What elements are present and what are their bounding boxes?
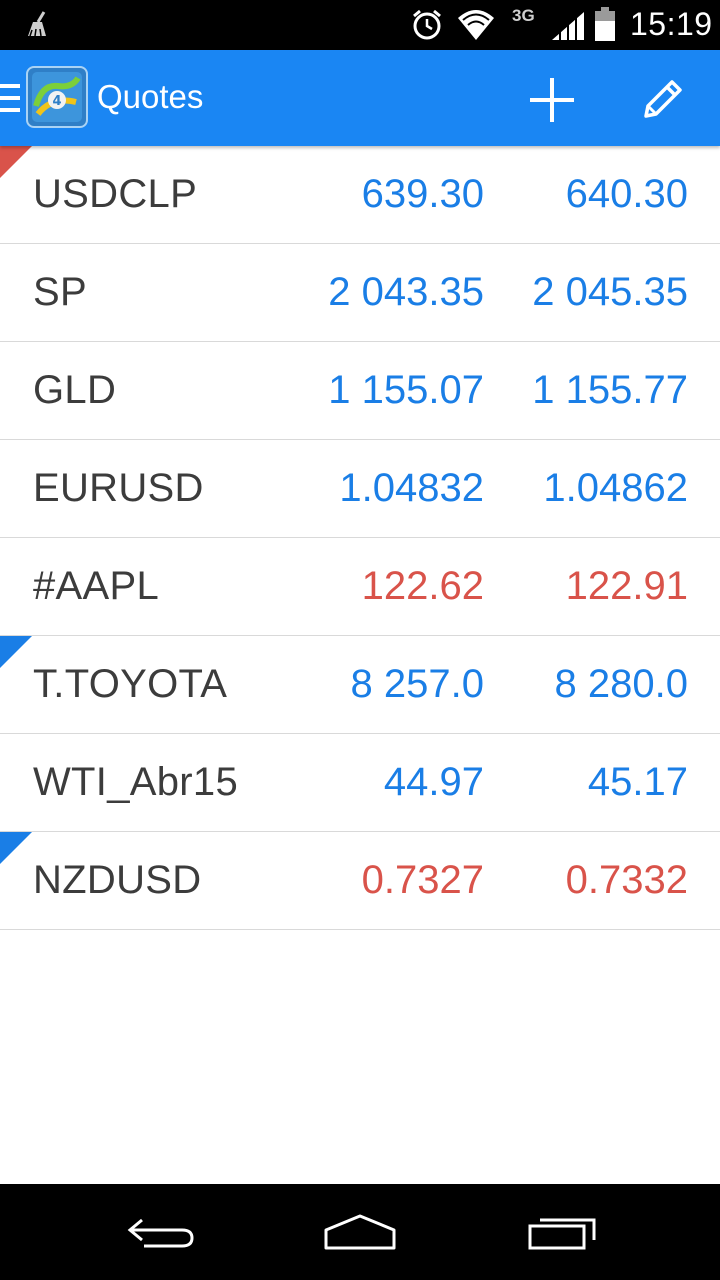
menu-icon[interactable] <box>0 84 20 119</box>
notification-icon <box>24 10 50 43</box>
quote-bid: 1.04832 <box>339 466 484 510</box>
quote-bid: 8 257.0 <box>350 662 484 706</box>
edit-icon[interactable] <box>638 74 688 129</box>
alarm-icon <box>410 8 444 47</box>
quote-bid: 0.7327 <box>361 858 484 902</box>
wifi-icon <box>456 8 496 47</box>
quote-ask: 122.91 <box>565 564 688 608</box>
quote-bid: 2 043.35 <box>328 270 484 314</box>
network-type: 3G <box>512 6 535 25</box>
quote-symbol: NZDUSD <box>33 858 202 902</box>
quote-symbol: EURUSD <box>33 466 204 510</box>
quote-ask: 8 280.0 <box>554 662 688 706</box>
tick-marker <box>0 146 32 178</box>
quote-row[interactable]: WTI_Abr15 44.97 45.17 <box>0 734 720 832</box>
back-icon[interactable] <box>124 1212 196 1257</box>
quote-row[interactable]: SP 2 043.35 2 045.35 <box>0 244 720 342</box>
quote-ask: 640.30 <box>565 172 688 216</box>
quote-row[interactable]: EURUSD 1.04832 1.04862 <box>0 440 720 538</box>
quote-symbol: WTI_Abr15 <box>33 760 238 804</box>
quote-symbol: T.TOYOTA <box>33 662 228 706</box>
add-icon[interactable] <box>524 72 580 133</box>
quote-symbol: #AAPL <box>33 564 160 608</box>
tick-marker <box>0 636 32 668</box>
quote-bid: 122.62 <box>361 564 484 608</box>
quote-ask: 1.04862 <box>543 466 688 510</box>
quote-symbol: USDCLP <box>33 172 198 216</box>
battery-icon <box>595 7 615 46</box>
quote-row[interactable]: T.TOYOTA 8 257.0 8 280.0 <box>0 636 720 734</box>
quote-bid: 44.97 <box>383 760 484 804</box>
quote-symbol: GLD <box>33 368 117 412</box>
quotes-list: USDCLP 639.30 640.30 SP 2 043.35 2 045.3… <box>0 146 720 930</box>
quote-row[interactable]: USDCLP 639.30 640.30 <box>0 146 720 244</box>
quote-row[interactable]: #AAPL 122.62 122.91 <box>0 538 720 636</box>
signal-icon <box>550 10 586 47</box>
quote-row[interactable]: GLD 1 155.07 1 155.77 <box>0 342 720 440</box>
status-time: 15:19 <box>630 6 713 42</box>
quote-ask: 2 045.35 <box>532 270 688 314</box>
app-logo-icon[interactable]: 4 <box>26 66 88 133</box>
quote-symbol: SP <box>33 270 87 314</box>
quote-bid: 639.30 <box>361 172 484 216</box>
recents-icon[interactable] <box>526 1212 600 1257</box>
home-icon[interactable] <box>320 1212 400 1257</box>
tick-marker <box>0 832 32 864</box>
quote-ask: 45.17 <box>587 760 688 804</box>
quote-row[interactable]: NZDUSD 0.7327 0.7332 <box>0 832 720 930</box>
svg-text:4: 4 <box>52 94 61 109</box>
quote-ask: 1 155.77 <box>532 368 688 412</box>
status-bar: 3G 15:19 <box>0 0 720 50</box>
page-title: Quotes <box>97 78 204 115</box>
quote-bid: 1 155.07 <box>328 368 484 412</box>
quote-ask: 0.7332 <box>565 858 688 902</box>
navigation-bar <box>0 1184 720 1280</box>
app-bar: 4 Quotes <box>0 50 720 146</box>
